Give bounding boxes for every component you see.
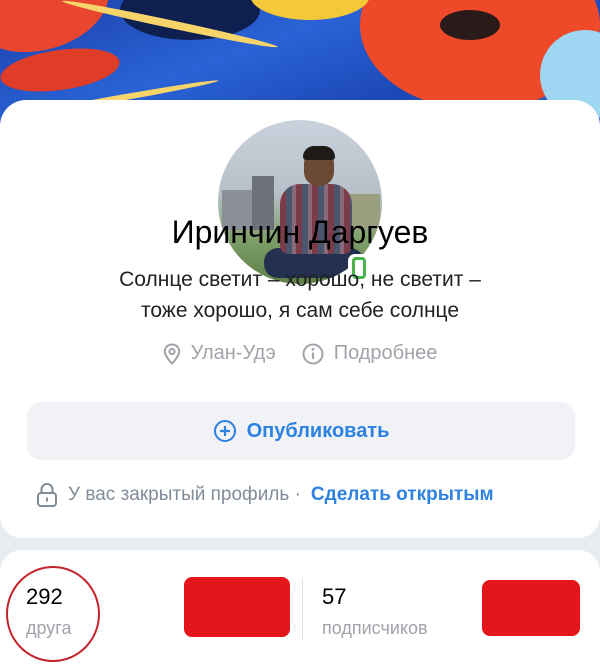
profile-name: Иринчин Даргуев bbox=[171, 214, 429, 250]
photo-person-hair bbox=[303, 146, 335, 160]
stats-divider bbox=[302, 578, 303, 640]
cover-shape bbox=[440, 10, 500, 40]
friends-label[interactable]: друга bbox=[26, 618, 72, 639]
publish-button[interactable]: Опубликовать bbox=[27, 402, 575, 460]
profile-card: Иринчин Даргуев Солнце светит – хорошо, … bbox=[0, 100, 600, 538]
city-label: Улан-Удэ bbox=[190, 342, 276, 364]
make-open-link[interactable]: Сделать открытым bbox=[311, 484, 494, 506]
details-label: Подробнее bbox=[333, 342, 438, 364]
details-link[interactable]: Подробнее bbox=[302, 342, 438, 365]
plus-circle-icon bbox=[213, 420, 236, 442]
redacted-block bbox=[482, 580, 580, 636]
cover-shape bbox=[250, 0, 370, 20]
highlight-circle bbox=[6, 566, 100, 662]
friends-count[interactable]: 292 bbox=[26, 584, 63, 610]
stats-panel: 292 друга 57 подписчиков bbox=[0, 550, 600, 665]
followers-count[interactable]: 57 bbox=[322, 584, 346, 610]
followers-label[interactable]: подписчиков bbox=[322, 618, 428, 639]
profile-meta: Улан-Удэ Подробнее bbox=[0, 342, 600, 365]
closed-text: У вас закрытый профиль · bbox=[68, 484, 301, 505]
info-icon bbox=[302, 343, 324, 364]
publish-label: Опубликовать bbox=[246, 419, 390, 442]
map-pin-icon bbox=[163, 342, 180, 365]
redacted-block bbox=[184, 577, 290, 637]
profile-status[interactable]: Солнце светит – хорошо, не светит – тоже… bbox=[110, 264, 490, 326]
lock-icon bbox=[37, 482, 57, 507]
city-item[interactable]: Улан-Удэ bbox=[163, 342, 276, 365]
closed-profile-notice: У вас закрытый профиль · Сделать открыты… bbox=[36, 482, 576, 508]
